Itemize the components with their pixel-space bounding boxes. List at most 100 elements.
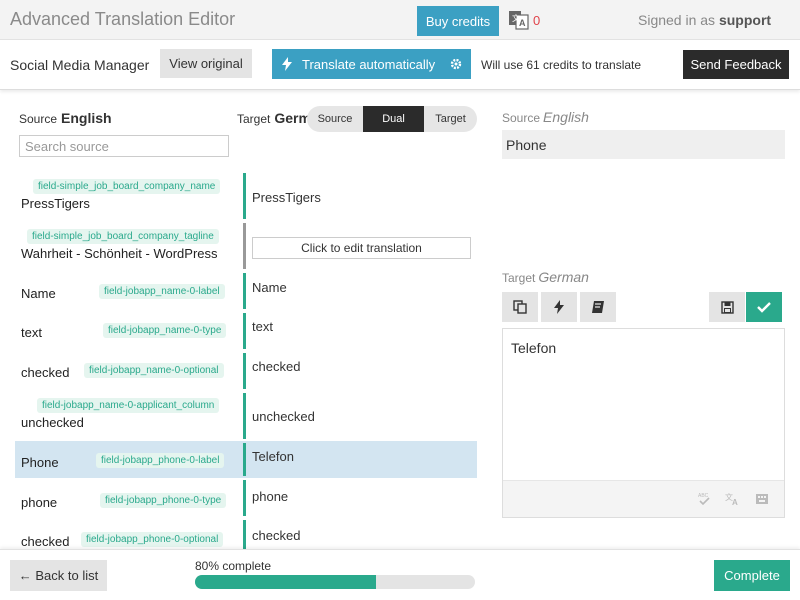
save-icon (720, 300, 734, 314)
search-source-input[interactable] (19, 135, 229, 157)
detail-source-label: Source English (502, 109, 589, 125)
source-text: Phone (21, 455, 59, 470)
status-bar (243, 353, 246, 389)
translate-automatically-label: Translate automatically (302, 56, 436, 72)
translation-row[interactable]: field-simple_job_board_company_name Pres… (15, 171, 477, 221)
detail-source-label-text: Source (502, 111, 541, 125)
copy-source-button[interactable] (502, 292, 538, 322)
field-tag: field-jobapp_name-0-label (99, 284, 225, 299)
send-feedback-button[interactable]: Send Feedback (683, 50, 789, 79)
buy-credits-button[interactable]: Buy credits (417, 6, 499, 36)
detail-source-text: Phone (502, 130, 785, 159)
book-icon (592, 301, 604, 313)
field-tag: field-jobapp_name-0-optional (84, 363, 224, 378)
copy-icon (513, 300, 527, 314)
target-text[interactable]: phone (252, 489, 288, 504)
back-to-list-button[interactable]: ← Back to list (10, 560, 107, 591)
detail-source-language: English (543, 109, 589, 125)
field-tag: field-jobapp_phone-0-label (96, 453, 225, 468)
source-text: unchecked (21, 415, 84, 430)
click-to-edit-field[interactable]: Click to edit translation (252, 237, 471, 259)
translate-automatically-button[interactable]: Translate automatically (272, 49, 471, 79)
source-text: phone (21, 495, 58, 510)
top-bar: Advanced Translation Editor Buy credits … (0, 0, 800, 40)
glossary-button[interactable] (580, 292, 616, 322)
field-tag: field-jobapp_name-0-type (103, 323, 227, 338)
progress-bar (195, 575, 475, 589)
project-toolbar: Social Media Manager View original Trans… (0, 40, 800, 90)
status-bar (243, 313, 246, 349)
field-tag: field-jobapp_phone-0-type (100, 493, 227, 508)
view-original-button[interactable]: View original (160, 49, 252, 78)
save-button[interactable] (709, 292, 745, 322)
translation-row[interactable]: Name field-jobapp_name-0-label Name (15, 271, 477, 311)
target-editor-text[interactable]: Telefon (511, 340, 556, 356)
source-label-text: Source (19, 112, 58, 126)
translation-row-selected[interactable]: Phone field-jobapp_phone-0-label Telefon (15, 441, 477, 478)
complete-button[interactable]: Complete (714, 560, 790, 591)
target-language-label: TargetGerman (237, 110, 309, 126)
source-text: text (21, 325, 42, 340)
signed-in-user: support (718, 12, 772, 28)
target-language: German (274, 110, 309, 126)
detail-target-label-text: Target (502, 271, 536, 285)
spellcheck-icon[interactable]: ABC (696, 491, 712, 507)
status-bar (243, 173, 246, 219)
field-tag: field-jobapp_name-0-applicant_column (37, 398, 220, 413)
project-name: Social Media Manager (10, 57, 150, 73)
app-title: Advanced Translation Editor (10, 9, 236, 29)
source-language: English (61, 110, 112, 126)
view-mode-dual[interactable]: Dual (363, 106, 424, 132)
target-text[interactable]: checked (252, 528, 300, 543)
target-text[interactable]: unchecked (252, 409, 315, 424)
detail-target-label: Target German (502, 269, 589, 285)
target-text[interactable]: Telefon (252, 449, 294, 464)
translation-list: field-simple_job_board_company_name Pres… (15, 171, 477, 549)
target-text[interactable]: PressTigers (252, 190, 321, 205)
translation-row[interactable]: text field-jobapp_name-0-type text (15, 311, 477, 351)
translation-row[interactable]: field-jobapp_name-0-applicant_column unc… (15, 391, 477, 441)
gear-icon[interactable] (441, 58, 471, 70)
view-mode-target[interactable]: Target (424, 106, 477, 132)
source-text: Wahrheit - Schönheit - WordPress (21, 246, 218, 261)
status-bar (243, 520, 246, 549)
detail-target-language: German (538, 269, 589, 285)
auto-translate-button[interactable] (541, 292, 577, 322)
signed-in-prefix: Signed in as (638, 12, 716, 28)
editor-footer: ABC 文A (503, 480, 784, 517)
target-text[interactable]: Name (252, 280, 287, 295)
status-bar (243, 393, 246, 439)
status-bar (243, 273, 246, 309)
confirm-button[interactable] (746, 292, 782, 322)
translation-row[interactable]: checked field-jobapp_name-0-optional che… (15, 351, 477, 391)
language-icon[interactable]: 文A (724, 491, 740, 507)
target-editor[interactable]: Telefon ABC 文A (502, 328, 785, 518)
translation-row[interactable]: phone field-jobapp_phone-0-type phone (15, 478, 477, 518)
lightning-icon (272, 57, 302, 71)
target-text[interactable]: checked (252, 359, 300, 374)
field-tag: field-simple_job_board_company_name (33, 179, 221, 194)
field-tag: field-jobapp_phone-0-optional (81, 532, 224, 547)
status-bar (243, 443, 246, 476)
source-text: checked (21, 534, 70, 549)
view-mode-source[interactable]: Source (307, 106, 363, 132)
progress-label: 80% complete (195, 559, 272, 573)
target-text[interactable]: text (252, 319, 273, 334)
translate-credits-icon[interactable]: 文 A (508, 9, 530, 31)
keyboard-icon[interactable] (754, 491, 770, 507)
svg-text:A: A (732, 498, 738, 506)
source-text: PressTigers (21, 196, 90, 211)
source-language-label: Source English (19, 110, 112, 126)
translation-row[interactable]: field-simple_job_board_company_tagline W… (15, 221, 477, 271)
lightning-icon (554, 300, 564, 314)
svg-text:A: A (519, 18, 526, 28)
target-label-text: Target (237, 112, 271, 126)
status-bar (243, 223, 246, 269)
view-mode-toggle: Source Dual Target (307, 106, 477, 132)
source-text: Name (21, 286, 56, 301)
progress-fill (195, 575, 377, 589)
svg-text:ABC: ABC (698, 493, 709, 499)
bottom-bar: ← Back to list 80% complete Complete (0, 549, 800, 600)
check-icon (757, 302, 771, 313)
translation-row[interactable]: checked field-jobapp_phone-0-optional ch… (15, 518, 477, 549)
